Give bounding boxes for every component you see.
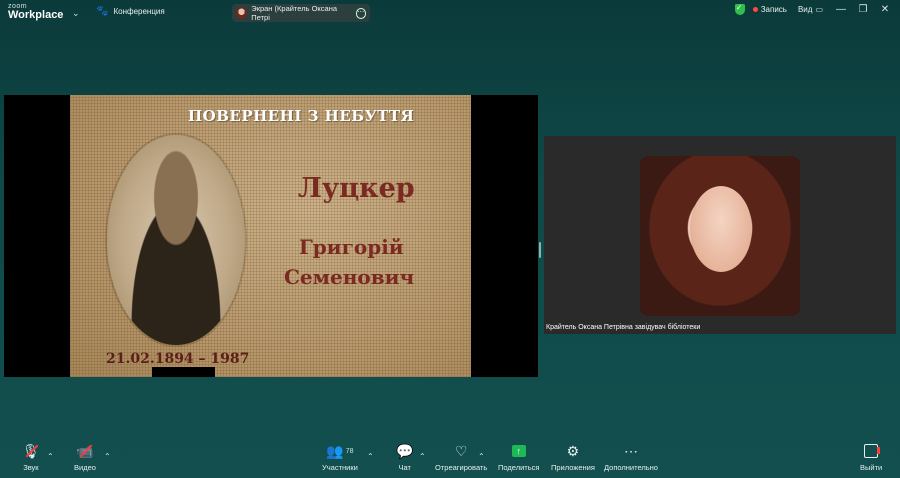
- more-button[interactable]: ⋯ Дополнительно: [604, 440, 658, 478]
- heart-icon: ♡: [454, 442, 468, 459]
- view-button[interactable]: Вид ▭: [795, 4, 826, 15]
- screen-share-indicator[interactable]: Экран (Крайтель Оксана Петрі ⋯: [232, 4, 370, 22]
- record-indicator[interactable]: Запись: [752, 5, 787, 14]
- conference-button[interactable]: 🐾 Конференция: [96, 6, 165, 17]
- slide-overlay-block: [152, 367, 215, 377]
- apps-icon: ⚙: [566, 442, 580, 459]
- title-bar: zoom Workplace ⌄ 🐾 Конференция Экран (Кр…: [0, 0, 900, 26]
- participants-chevron-icon[interactable]: ⌃: [367, 452, 374, 461]
- paw-icon: 🐾: [96, 6, 109, 17]
- leave-button[interactable]: Выйти: [860, 440, 882, 478]
- slide-dates: 21.02.1894 – 1987: [106, 351, 250, 367]
- apps-button[interactable]: ⚙ Приложения: [551, 440, 595, 478]
- leave-icon: [864, 440, 881, 462]
- chat-button[interactable]: 💬 Чат: [396, 440, 413, 478]
- view-label: Вид: [797, 5, 813, 14]
- camera-muted-icon: 📹: [76, 440, 93, 462]
- chat-chevron-icon[interactable]: ⌃: [419, 452, 426, 461]
- record-label: Запись: [760, 5, 787, 14]
- record-dot-icon: [752, 7, 758, 12]
- zoom-logo: zoom Workplace: [8, 3, 63, 21]
- conference-label: Конференция: [113, 7, 165, 16]
- video-chevron-icon[interactable]: ⌃: [104, 452, 111, 461]
- more-label: Дополнительно: [604, 463, 658, 472]
- react-chevron-icon[interactable]: ⌃: [478, 452, 485, 461]
- participant-face: [690, 186, 752, 272]
- leave-label: Выйти: [860, 463, 883, 472]
- screen-share-label: Экран (Крайтель Оксана Петрі: [251, 4, 338, 22]
- meeting-toolbar: 🎙 Звук ⌃ 📹 Видео ⌃ 👥 78 Участники ⌃ 💬 Чат…: [0, 440, 900, 478]
- audio-label: Звук: [23, 463, 39, 472]
- more-icon[interactable]: ⋯: [355, 7, 366, 19]
- participants-button[interactable]: 👥 78 Участники: [322, 440, 358, 478]
- slide-name: Григорій: [299, 235, 404, 259]
- shield-check-icon[interactable]: [734, 3, 745, 15]
- share-screen-icon: ↑: [511, 440, 526, 462]
- restore-icon[interactable]: ❐: [856, 4, 870, 15]
- minimize-icon[interactable]: —: [834, 4, 848, 15]
- participant-name: Крайтель Оксана Петрівна завідувач біблі…: [546, 324, 701, 331]
- video-button[interactable]: 📹 Видео: [74, 440, 96, 478]
- audio-chevron-icon[interactable]: ⌃: [47, 452, 54, 461]
- video-label: Видео: [74, 463, 96, 472]
- slide-patronymic: Семенович: [284, 265, 415, 289]
- resize-handle[interactable]: [539, 242, 541, 258]
- microphone-muted-icon: 🎙: [22, 440, 40, 462]
- chat-label: Чат: [398, 463, 411, 472]
- participant-photo: [640, 156, 800, 316]
- share-label: Поделиться: [498, 463, 540, 472]
- shared-screen[interactable]: ПОВЕРНЕНІ З НЕБУТТЯ Луцкер Григорій Семе…: [4, 95, 538, 377]
- chat-icon: 💬: [396, 442, 414, 459]
- chevron-down-icon[interactable]: ⌄: [72, 8, 80, 19]
- view-icon: ▭: [815, 5, 823, 14]
- slide-title: ПОВЕРНЕНІ З НЕБУТТЯ: [188, 107, 415, 125]
- more-icon: ⋯: [623, 442, 638, 459]
- share-button[interactable]: ↑ Поделиться: [498, 440, 539, 478]
- participant-video-tile[interactable]: Крайтель Оксана Петрівна завідувач біблі…: [544, 136, 896, 334]
- window-controls: Запись Вид ▭ — ❐ ✕: [734, 3, 892, 15]
- close-icon[interactable]: ✕: [878, 4, 892, 15]
- apps-label: Приложения: [551, 463, 595, 472]
- react-label: Отреагировать: [435, 463, 488, 472]
- brand-large: Workplace: [8, 9, 64, 21]
- participants-count: 78: [345, 447, 354, 455]
- participants-icon: 👥 78: [326, 442, 354, 459]
- participants-label: Участники: [322, 463, 358, 472]
- portrait-image: [107, 135, 245, 345]
- presentation-slide: ПОВЕРНЕНІ З НЕБУТТЯ Луцкер Григорій Семе…: [70, 95, 471, 377]
- slide-surname: Луцкер: [298, 173, 415, 204]
- presenter-avatar: [236, 7, 248, 19]
- audio-button[interactable]: 🎙 Звук: [22, 440, 40, 478]
